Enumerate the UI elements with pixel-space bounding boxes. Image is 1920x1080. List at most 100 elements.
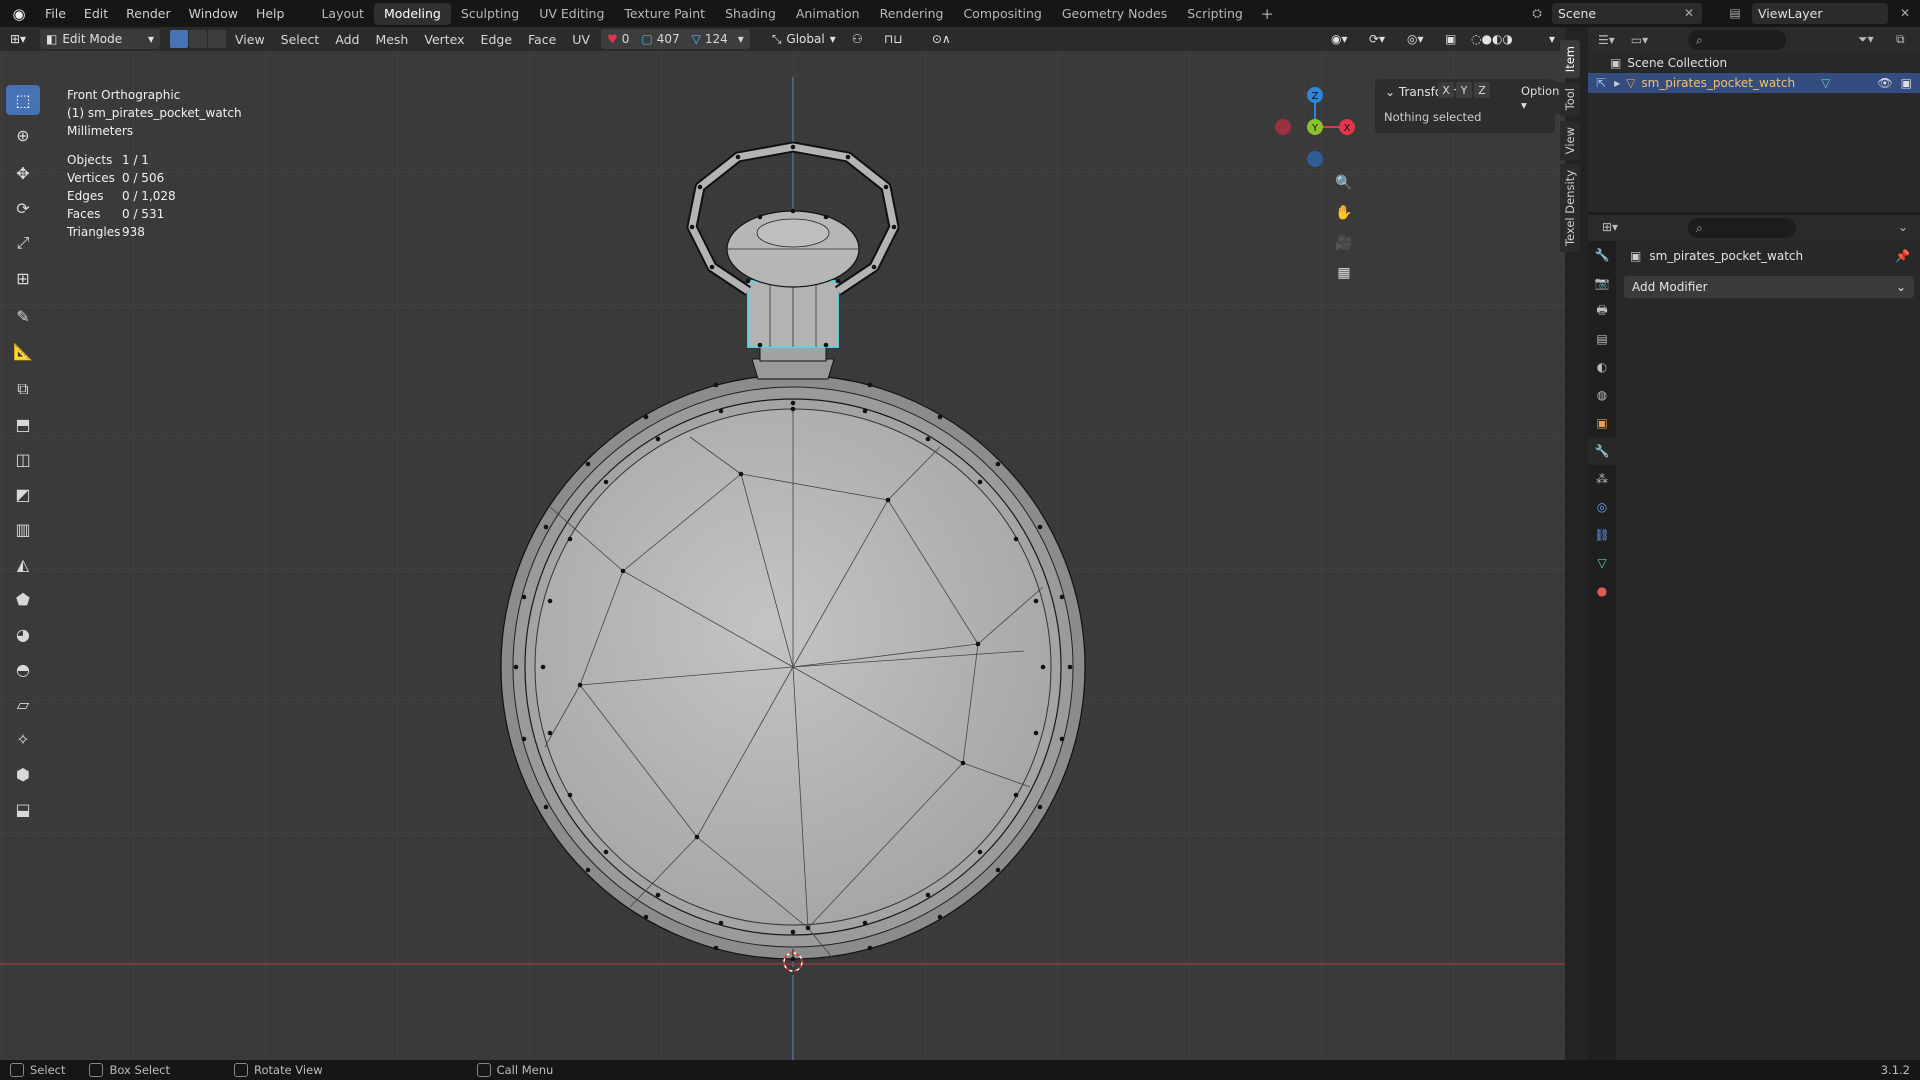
edge-select-icon[interactable] [189,30,207,48]
transform-tool-icon[interactable]: ⊞ [6,263,40,293]
particles-props-icon[interactable]: ⁂ [1588,465,1616,493]
mesh-data-props-icon[interactable]: ▽ [1588,549,1616,577]
add-cube-tool-icon[interactable]: ⧉ [6,374,40,404]
new-collection-icon[interactable]: ⧉ [1896,32,1905,47]
material-props-icon[interactable]: ● [1588,577,1616,605]
tab-layout[interactable]: Layout [311,3,374,25]
shading-mode-icons[interactable]: ◌●◐◑ [1465,29,1539,49]
menu-vertex[interactable]: Vertex [416,32,472,47]
mode-dropdown[interactable]: ◧ Edit Mode ▾ [40,29,160,49]
vertex-select-icon[interactable] [170,30,188,48]
overlay-toggle-icon[interactable]: ◎▾ [1401,29,1435,49]
pivot-icon[interactable]: ⚇ [845,29,874,49]
outliner-row-object[interactable]: ⇱ ▸ ▽ sm_pirates_pocket_watch ▽ 👁 ▣ [1588,73,1920,93]
cursor-tool-icon[interactable]: ⊕ [6,120,40,150]
camera-icon[interactable]: ▣ [1901,76,1912,90]
eye-icon[interactable]: 👁 [1877,76,1892,90]
shrink-fatten-tool-icon[interactable]: ✧ [6,724,40,754]
properties-search-input[interactable]: ⌕ [1688,218,1796,238]
scene-selector-icon[interactable]: ⛭ [1528,4,1546,22]
3d-viewport[interactable]: ⊞▾ ◧ Edit Mode ▾ View Select Add Mesh Ve… [0,27,1565,1060]
tab-rendering[interactable]: Rendering [870,3,954,25]
editor-type-icon[interactable]: ⊞▾ [4,29,36,49]
tab-compositing[interactable]: Compositing [953,3,1051,25]
expand-arrow-icon[interactable]: ▸ [1614,76,1620,90]
tab-item[interactable]: Item [1560,40,1580,79]
editor-type-icon[interactable]: ⊞▾ [1602,220,1618,234]
edge-slide-tool-icon[interactable]: ▱ [6,689,40,719]
menu-edge[interactable]: Edge [473,32,520,47]
proportional-edit-icon[interactable]: ⊙∧ [925,29,966,49]
options-dropdown[interactable]: Options ▾ [1515,82,1565,114]
menu-render[interactable]: Render [117,0,180,27]
shear-tool-icon[interactable]: ⬢ [6,759,40,789]
mirror-z-toggle[interactable]: Z [1474,82,1490,98]
viewlayer-field[interactable]: ViewLayer [1752,3,1888,24]
view-layer-props-icon[interactable]: ▤ [1588,325,1616,353]
tab-modeling[interactable]: Modeling [373,2,451,25]
menu-face[interactable]: Face [520,32,564,47]
poly-build-tool-icon[interactable]: ⬟ [6,584,40,614]
outliner-row-collection[interactable]: ▣ Scene Collection [1588,53,1920,73]
tab-texel-density[interactable]: Texel Density [1560,163,1580,252]
add-workspace-icon[interactable]: + [1253,5,1282,23]
loop-cut-tool-icon[interactable]: ▥ [6,514,40,544]
tab-scripting[interactable]: Scripting [1177,3,1253,25]
scene-close-icon[interactable]: ✕ [1680,4,1698,22]
physics-props-icon[interactable]: ◎ [1588,493,1616,521]
menu-edit[interactable]: Edit [75,0,117,27]
mesh-stat-group[interactable]: ♥ 0 ▢ 407 ▽ 124 ▾ [600,29,750,49]
chevron-down-icon[interactable]: ▾ [1543,29,1559,49]
rip-tool-icon[interactable]: ⬓ [6,794,40,824]
menu-add[interactable]: Add [327,32,367,47]
menu-mesh[interactable]: Mesh [367,32,416,47]
viewlayer-close-icon[interactable]: ✕ [1896,4,1914,22]
object-props-icon[interactable]: ▣ [1588,409,1616,437]
bevel-tool-icon[interactable]: ◩ [6,479,40,509]
camera-view-icon[interactable]: 🎥 [1331,230,1357,256]
tab-tool[interactable]: Tool [1560,82,1580,117]
output-props-icon[interactable]: 🖶 [1588,297,1616,325]
mirror-x-toggle[interactable]: X [1438,82,1454,98]
pan-hand-icon[interactable]: ✋ [1331,200,1357,226]
menu-file[interactable]: File [36,0,75,27]
menu-help[interactable]: Help [247,0,294,27]
filter-icon[interactable]: ⏷▾ [1858,32,1874,47]
constraints-props-icon[interactable]: ⛓ [1588,521,1616,549]
gizmo-toggle-icon[interactable]: ⟳▾ [1363,29,1397,49]
pin-icon[interactable]: 📌 [1895,249,1910,263]
editor-type-icon[interactable]: ☰▾ [1598,33,1615,47]
spin-tool-icon[interactable]: ◕ [6,619,40,649]
snap-icon[interactable]: ⊓⊔ [877,29,922,49]
tab-shading[interactable]: Shading [715,3,786,25]
add-modifier-button[interactable]: Add Modifier ⌄ [1624,276,1914,298]
world-props-icon[interactable]: ◍ [1588,381,1616,409]
select-box-tool-icon[interactable]: ⬚ [6,85,40,115]
viewlayer-selector-icon[interactable]: ▤ [1726,4,1744,22]
ortho-grid-icon[interactable]: ▦ [1331,260,1357,286]
knife-tool-icon[interactable]: ◭ [6,549,40,579]
face-select-icon[interactable] [208,30,226,48]
menu-window[interactable]: Window [180,0,247,27]
tab-animation[interactable]: Animation [786,3,870,25]
scene-props-icon[interactable]: ◐ [1588,353,1616,381]
tab-uv-editing[interactable]: UV Editing [529,3,614,25]
tab-texture-paint[interactable]: Texture Paint [614,3,715,25]
tab-geometry-nodes[interactable]: Geometry Nodes [1052,3,1177,25]
zoom-icon[interactable]: 🔍 [1331,170,1357,196]
annotate-tool-icon[interactable]: ✎ [6,301,40,331]
mirror-y-toggle[interactable]: Y [1456,82,1472,98]
smooth-tool-icon[interactable]: ◓ [6,654,40,684]
blender-logo-icon[interactable]: ◉ [8,3,30,25]
menu-uv[interactable]: UV [564,32,598,47]
extrude-tool-icon[interactable]: ⬒ [6,409,40,439]
orientation-dropdown[interactable]: ⤡ Global ▾ [765,29,842,49]
menu-select[interactable]: Select [273,32,328,47]
move-tool-icon[interactable]: ✥ [6,158,40,188]
chevron-down-icon[interactable]: ⌄ [1898,220,1908,234]
display-mode-icon[interactable]: ▭▾ [1631,33,1648,47]
inset-tool-icon[interactable]: ◫ [6,444,40,474]
menu-view[interactable]: View [227,32,273,47]
tool-props-icon[interactable]: 🔧 [1588,241,1616,269]
tab-sculpting[interactable]: Sculpting [451,3,529,25]
